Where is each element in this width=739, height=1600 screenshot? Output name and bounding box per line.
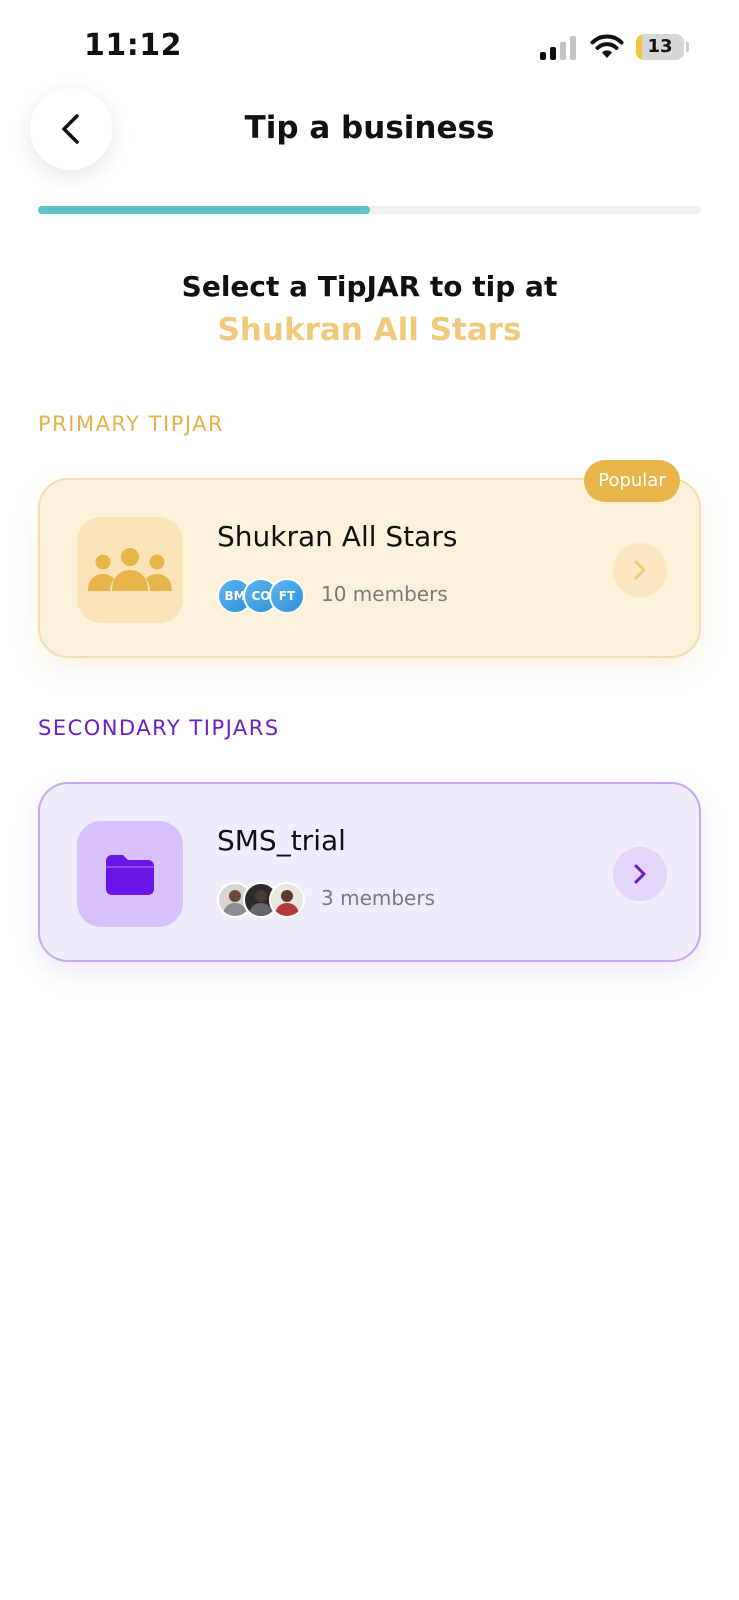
wifi-icon — [590, 34, 624, 60]
avatar: FT — [269, 578, 305, 614]
primary-tipjar-label: PRIMARY TIPJAR — [38, 412, 225, 436]
member-avatars — [217, 882, 317, 918]
chevron-right-icon — [634, 864, 646, 884]
member-avatars: BM CO FT — [217, 578, 317, 614]
tipjar-name: Shukran All Stars — [217, 520, 458, 553]
status-time: 11:12 — [84, 28, 182, 63]
business-name: Shukran All Stars — [217, 312, 522, 348]
open-tipjar-button[interactable] — [613, 543, 667, 597]
avatar — [269, 882, 305, 918]
progress-fill — [38, 206, 370, 214]
battery-level: 13 — [647, 36, 673, 57]
open-tipjar-button[interactable] — [613, 847, 667, 901]
battery-icon: 13 — [636, 34, 689, 60]
cellular-signal-icon — [540, 36, 578, 60]
secondary-tipjar-card[interactable]: SMS_trial 3 members — [38, 782, 701, 962]
status-bar: 11:12 13 — [0, 0, 739, 100]
popular-badge: Popular — [584, 460, 680, 502]
select-tipjar-subtitle: Select a TipJAR to tip at — [181, 270, 558, 303]
progress-bar — [38, 206, 701, 214]
secondary-tipjars-label: SECONDARY TIPJARS — [38, 716, 280, 740]
chevron-right-icon — [634, 560, 646, 580]
page-title: Tip a business — [244, 110, 495, 146]
group-icon — [77, 517, 183, 623]
members-count: 3 members — [321, 886, 435, 910]
folder-icon — [77, 821, 183, 927]
primary-tipjar-card[interactable]: Shukran All Stars BM CO FT 10 members — [38, 478, 701, 658]
members-count: 10 members — [321, 582, 448, 606]
tipjar-name: SMS_trial — [217, 824, 346, 857]
